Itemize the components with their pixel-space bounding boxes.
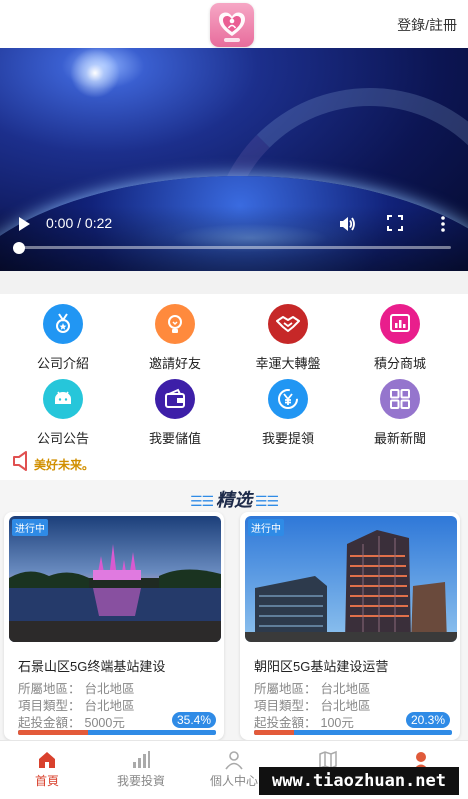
title-decoration-right: ☰☰ (252, 493, 279, 509)
min-label: 起投金額： (18, 716, 81, 730)
min-label: 起投金額： (254, 716, 317, 730)
menu-deposit[interactable]: 我要儲值 (131, 379, 221, 446)
menu-label: 我要提領 (261, 431, 314, 446)
wallet-icon (155, 379, 195, 419)
type-value: 台北地區 (320, 699, 371, 713)
menu-latest-news[interactable]: 最新新聞 (356, 379, 446, 446)
user-icon (225, 751, 243, 770)
volume-icon[interactable] (337, 214, 357, 234)
speaker-icon (13, 451, 27, 471)
more-options-icon[interactable] (436, 214, 450, 234)
project-title: 石景山区5G终端基站建设 (18, 659, 166, 674)
video-progress-bar[interactable] (19, 246, 451, 249)
menu-label: 邀請好友 (148, 356, 201, 371)
menu-label: 我要儲值 (148, 431, 201, 446)
project-card[interactable]: 进行中 朝阳区5G基站建设运营 所屬地區： 台北地區 項目類型： 台北地區 起投金額… (240, 512, 460, 740)
nav-label: 我要投資 (116, 774, 165, 788)
nav-home[interactable]: 首頁 (0, 741, 94, 799)
project-image: 进行中 (9, 516, 221, 642)
menu-invite-friends[interactable]: 邀請好友 (131, 304, 221, 371)
video-time: 0:00 / 0:22 (46, 215, 113, 231)
bar-chart-icon (133, 751, 150, 768)
login-register-link[interactable]: 登錄/註冊 (397, 15, 457, 35)
title-decoration-left: ☰☰ (190, 493, 216, 509)
top-header: 登錄/註冊 (0, 0, 468, 48)
notice-marquee[interactable]: 美好未来。 (34, 456, 94, 473)
progress-fill (254, 730, 295, 735)
project-min-amount: 起投金額： 5000元 (18, 712, 125, 731)
min-value: 5000元 (84, 716, 125, 730)
featured-section: ☰☰ 精选 ☰☰ 进行中 石景山区5G终端基站建设 所屬地區： 台北地區 項目類… (0, 480, 468, 740)
region-value: 台北地區 (320, 682, 371, 696)
function-menu: 公司介紹 邀請好友 幸運大轉盤 積分商城 公司公告 我要儲值 我要提領 最新新聞 (0, 294, 468, 480)
video-player[interactable]: 0:00 / 0:22 (0, 48, 468, 271)
grid-icon (380, 379, 420, 419)
menu-points-mall[interactable]: 積分商城 (356, 304, 446, 371)
type-label: 項目類型： (18, 699, 81, 713)
min-value: 100元 (320, 716, 354, 730)
project-card[interactable]: 进行中 石景山区5G终端基站建设 所屬地區： 台北地區 項目類型： 台北地區 起投金… (4, 512, 224, 740)
menu-label: 幸運大轉盤 (255, 356, 321, 371)
region-label: 所屬地區： (254, 682, 317, 696)
progress-percent: 20.3% (406, 712, 451, 728)
progress-percent: 35.4% (172, 712, 217, 728)
progress-fill (18, 730, 89, 735)
yen-icon (268, 379, 308, 419)
video-progress-handle[interactable] (13, 242, 25, 254)
medal-icon (43, 304, 83, 344)
type-value: 台北地區 (84, 699, 135, 713)
android-icon (43, 379, 83, 419)
menu-company-intro[interactable]: 公司介紹 (19, 304, 109, 371)
app-page: 登錄/註冊 0:00 / 0:22 公司介紹 邀請好友 幸運大轉盤 積分商城 公… (0, 0, 468, 799)
home-icon (39, 752, 55, 768)
video-light-flare (70, 48, 120, 98)
site-watermark: www.tiaozhuan.net (259, 767, 459, 795)
project-title: 朝阳区5G基站建设运营 (254, 659, 389, 674)
progress-bar (18, 730, 216, 735)
chart-icon (380, 304, 420, 344)
fullscreen-icon[interactable] (386, 214, 404, 232)
project-min-amount: 起投金額： 100元 (254, 712, 354, 731)
nav-label: 首頁 (34, 774, 59, 788)
status-badge: 进行中 (12, 519, 48, 536)
region-value: 台北地區 (84, 682, 135, 696)
menu-company-notice[interactable]: 公司公告 (19, 379, 109, 446)
play-icon[interactable] (14, 214, 34, 234)
featured-title: 精选 (216, 490, 252, 510)
region-label: 所屬地區： (18, 682, 81, 696)
handshake-icon (268, 304, 308, 344)
menu-label: 公司介紹 (36, 356, 89, 371)
menu-label: 最新新聞 (373, 431, 426, 446)
bulb-icon (155, 304, 195, 344)
status-badge: 进行中 (248, 519, 284, 536)
nav-invest[interactable]: 我要投資 (94, 741, 188, 799)
menu-withdraw[interactable]: 我要提領 (244, 379, 334, 446)
type-label: 項目類型： (254, 699, 317, 713)
project-image: 进行中 (245, 516, 457, 642)
progress-bar (254, 730, 452, 735)
app-logo[interactable] (210, 3, 254, 47)
featured-header: ☰☰ 精选 ☰☰ (0, 486, 468, 512)
menu-label: 積分商城 (373, 356, 426, 371)
menu-lucky-wheel[interactable]: 幸運大轉盤 (244, 304, 334, 371)
menu-label: 公司公告 (36, 431, 89, 446)
